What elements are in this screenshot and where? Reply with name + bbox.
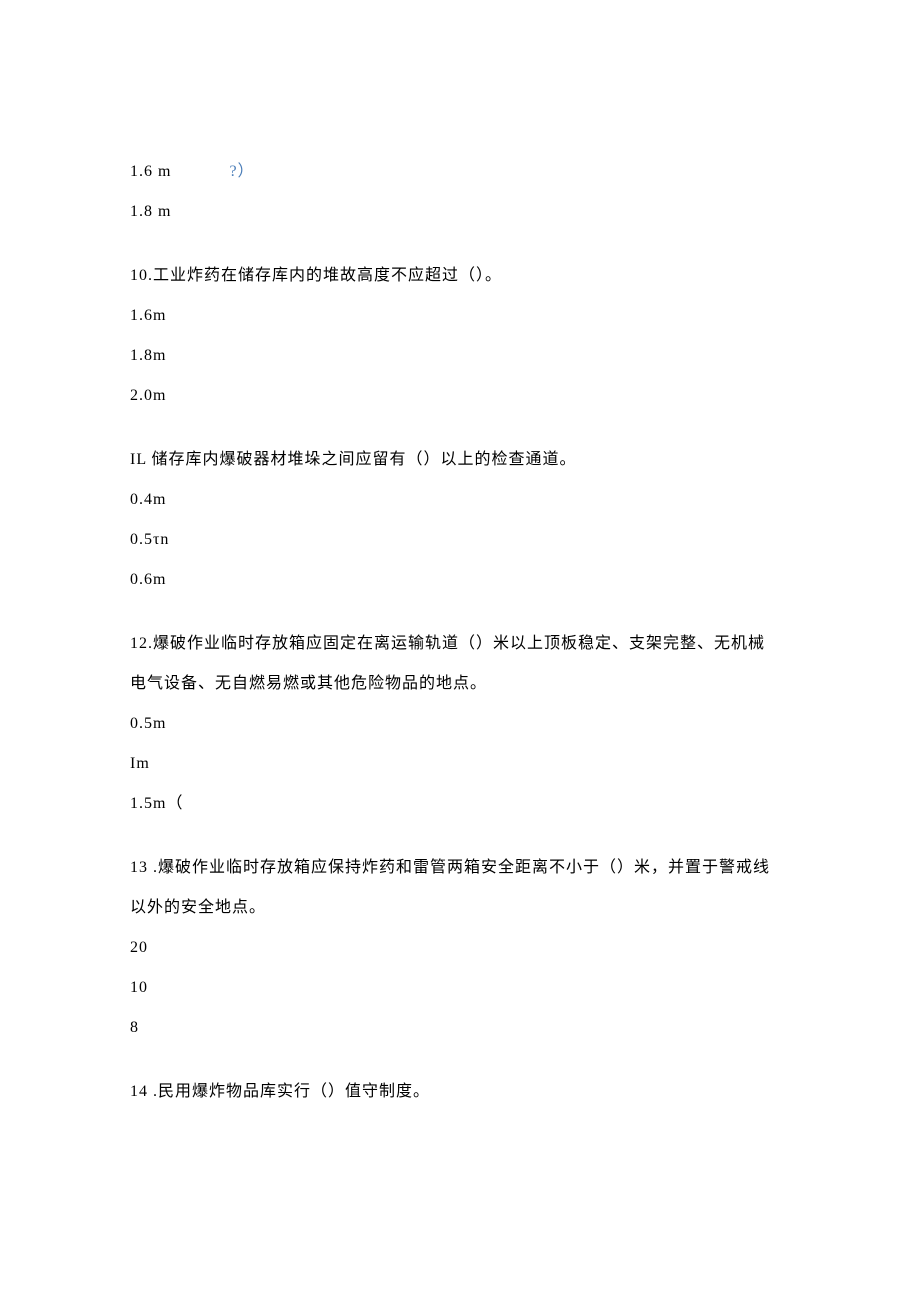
question-text: IL 储存库内爆破器材堆垛之间应留有（）以上的检查通道。: [130, 448, 790, 472]
option-line: 0.4m: [130, 488, 790, 512]
option-line: 0.6m: [130, 568, 790, 592]
option-text: 20: [130, 939, 148, 956]
question-text-line-2: 以外的安全地点。: [130, 896, 790, 920]
option-text: 1.8 m: [130, 203, 171, 220]
option-line: 2.0m: [130, 384, 790, 408]
option-text: 0.5m: [130, 715, 166, 732]
option-line: 0.5m: [130, 712, 790, 736]
document-page: 1.6 m ?） 1.8 m 10.工业炸药在储存库内的堆故高度不应超过（）。 …: [0, 0, 920, 1301]
question-text-line-1: 13 .爆破作业临时存放箱应保持炸药和雷管两箱安全距离不小于（）米，并置于警戒线: [130, 856, 790, 880]
question-12: 12.爆破作业临时存放箱应固定在离运输轨道（）米以上顶板稳定、支架完整、无机械 …: [130, 632, 790, 816]
question-10: 10.工业炸药在储存库内的堆故高度不应超过（）。 1.6m 1.8m 2.0m: [130, 264, 790, 408]
question-text-line-2: 电气设备、无自燃易燃或其他危险物品的地点。: [130, 672, 790, 696]
option-line: 20: [130, 936, 790, 960]
option-text: 0.6m: [130, 571, 166, 588]
question-text: 10.工业炸药在储存库内的堆故高度不应超过（）。: [130, 264, 790, 288]
option-text: 10: [130, 979, 148, 996]
option-text: 1.6 m: [130, 163, 171, 180]
option-line: 1.8m: [130, 344, 790, 368]
option-line: 1.6m: [130, 304, 790, 328]
option-text: 1.5m（: [130, 795, 183, 812]
option-text: 8: [130, 1019, 139, 1036]
question-text-line-1: 12.爆破作业临时存放箱应固定在离运输轨道（）米以上顶板稳定、支架完整、无机械: [130, 632, 790, 656]
option-line: 0.5τn: [130, 528, 790, 552]
option-text: 0.5τn: [130, 531, 169, 548]
option-line: 1.5m（: [130, 792, 790, 816]
question-text: 14 .民用爆炸物品库实行（）值守制度。: [130, 1080, 790, 1104]
option-text: 0.4m: [130, 491, 166, 508]
option-text: 2.0m: [130, 387, 166, 404]
option-line: 10: [130, 976, 790, 1000]
option-text: 1.8m: [130, 347, 166, 364]
option-annotation: ?）: [229, 163, 254, 180]
previous-question-tail: 1.6 m ?） 1.8 m: [130, 160, 790, 224]
question-13: 13 .爆破作业临时存放箱应保持炸药和雷管两箱安全距离不小于（）米，并置于警戒线…: [130, 856, 790, 1040]
option-line: Im: [130, 752, 790, 776]
option-line: 1.8 m: [130, 200, 790, 224]
option-line: 8: [130, 1016, 790, 1040]
option-text: 1.6m: [130, 307, 166, 324]
option-line: 1.6 m ?）: [130, 160, 790, 184]
question-11: IL 储存库内爆破器材堆垛之间应留有（）以上的检查通道。 0.4m 0.5τn …: [130, 448, 790, 592]
option-text: Im: [130, 755, 150, 772]
question-14: 14 .民用爆炸物品库实行（）值守制度。: [130, 1080, 790, 1104]
